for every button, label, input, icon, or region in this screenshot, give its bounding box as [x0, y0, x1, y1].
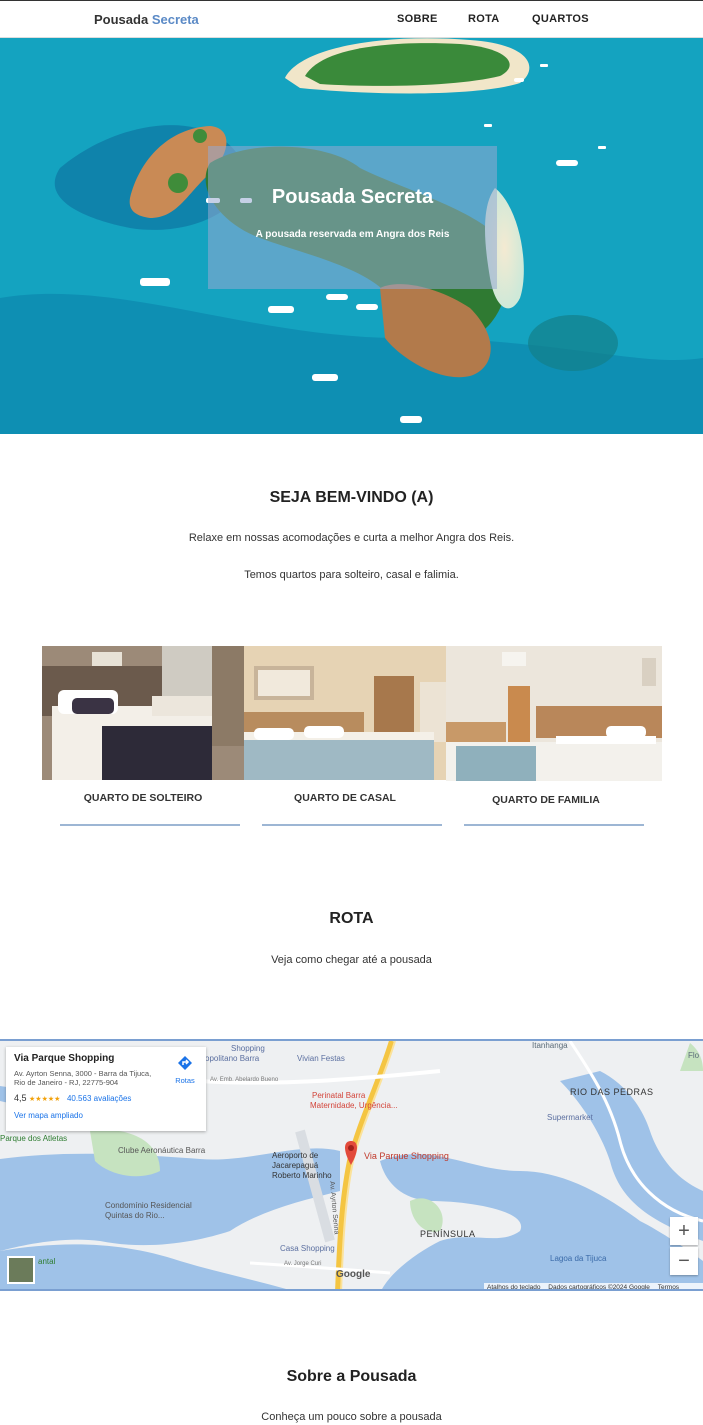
map-label-clube: Clube Aeronáutica Barra	[118, 1146, 206, 1155]
map-place-name: Via Parque Shopping	[14, 1053, 115, 1064]
map-rating-value: 4,5	[14, 1093, 27, 1103]
map-label-vivian: Vivian Festas	[297, 1054, 345, 1063]
map-label-condominio: Condomínio Residencial Quintas do Rio...	[105, 1201, 192, 1220]
google-map[interactable]: Shopping opolitano Barra Vivian Festas I…	[0, 1039, 703, 1291]
map-label-maternidade: Maternidade, Urgência...	[310, 1101, 398, 1110]
map-marker-label: Via Parque Shopping	[364, 1151, 449, 1161]
welcome-heading: SEJA BEM-VINDO (A)	[269, 489, 434, 506]
nav-link-rota[interactable]: ROTA	[468, 13, 500, 25]
route-text: Veja como chegar até a pousada	[271, 954, 432, 966]
map-rating-stars: ★★★★★	[29, 1096, 61, 1103]
room-divider	[60, 824, 240, 826]
hero-title: Pousada Secreta	[271, 186, 434, 208]
room-divider	[262, 824, 442, 826]
map-label-casa-shopping: Casa Shopping	[280, 1244, 335, 1253]
map-label-itanhanga: Itanhanga	[532, 1041, 568, 1050]
room-card-familia[interactable]: QUARTO DE FAMILIA	[446, 646, 662, 828]
brand-logo[interactable]: Pousada Secreta	[94, 12, 199, 27]
room-image-familia	[446, 646, 662, 781]
map-view-larger-link[interactable]: Ver mapa ampliado	[14, 1111, 83, 1120]
map-reviews-link[interactable]: 40.563 avaliações	[67, 1094, 132, 1103]
map-zoom-in-button[interactable]: +	[670, 1217, 698, 1245]
map-keyboard-shortcuts[interactable]: Atalhos do teclado	[487, 1284, 540, 1289]
brand-text-accent: Secreta	[151, 12, 199, 27]
map-label-rio-das-pedras: RIO DAS PEDRAS	[570, 1087, 654, 1097]
map-label-estrada: Av. Emb. Abelardo Bueno	[210, 1077, 279, 1083]
map-rating-row: 4,5 ★★★★★ 40.563 avaliações	[14, 1093, 131, 1103]
map-place-card: Via Parque Shopping Av. Ayrton Senna, 30…	[6, 1047, 206, 1131]
map-directions-label: Rotas	[175, 1076, 195, 1085]
room-image-casal	[244, 646, 446, 780]
room-label-familia: QUARTO DE FAMILIA	[492, 794, 600, 806]
map-label-flo: Flo	[688, 1051, 700, 1060]
map-directions-button[interactable]: Rotas	[168, 1055, 202, 1085]
hero-banner: Pousada Secreta A pousada reservada em A…	[0, 38, 703, 434]
map-terms-link[interactable]: Termos	[658, 1284, 679, 1289]
map-label-supermarket: Supermarket	[547, 1113, 593, 1122]
welcome-text-2: Temos quartos para solteiro, casal e fal…	[244, 569, 459, 581]
map-data-attribution: Dados cartográficos ©2024 Google	[548, 1284, 650, 1291]
map-label-aeroporto: Aeroporto de Jacarepaguá Roberto Marinho	[272, 1151, 332, 1180]
room-label-solteiro: QUARTO DE SOLTEIRO	[83, 792, 203, 804]
welcome-text-1: Relaxe em nossas acomodações e curta a m…	[188, 532, 515, 544]
hero-overlay: Pousada Secreta A pousada reservada em A…	[208, 146, 497, 289]
map-place-address: Av. Ayrton Senna, 3000 - Barra da Tijuca…	[14, 1069, 152, 1088]
room-label-casal: QUARTO DE CASAL	[294, 792, 396, 804]
room-divider	[464, 824, 644, 826]
hero-subtitle: A pousada reservada em Angra dos Reis	[255, 229, 450, 240]
map-footer: Atalhos do teclado Dados cartográficos ©…	[484, 1283, 703, 1291]
room-photo-familia	[446, 646, 662, 781]
top-nav: Pousada Secreta SOBRE ROTA QUARTOS	[0, 0, 703, 38]
directions-icon	[178, 1056, 192, 1070]
room-image-solteiro	[42, 646, 244, 780]
google-logo: Google	[336, 1269, 371, 1280]
room-card-solteiro[interactable]: QUARTO DE SOLTEIRO	[42, 646, 244, 828]
about-heading: Sobre a Pousada	[286, 1368, 417, 1385]
room-card-casal[interactable]: QUARTO DE CASAL	[244, 646, 446, 828]
map-label-atletas: Parque dos Atletas	[0, 1134, 68, 1143]
map-label-shopping: Shopping	[231, 1044, 265, 1053]
map-label-perinatal: Perinatal Barra	[312, 1091, 366, 1100]
route-heading: ROTA	[329, 910, 374, 927]
room-photo-casal	[244, 646, 446, 780]
map-street-view-thumbnail[interactable]	[7, 1256, 35, 1284]
about-text: Conheça um pouco sobre a pousada	[261, 1411, 442, 1423]
nav-link-sobre[interactable]: SOBRE	[397, 13, 438, 25]
brand-text-main: Pousada	[94, 12, 149, 27]
map-label-jorge: Av. Jorge Curi	[284, 1261, 322, 1267]
map-label-antal: antal	[38, 1257, 56, 1266]
map-label-metropolitano: opolitano Barra	[205, 1054, 260, 1063]
map-label-lagoa: Lagoa da Tijuca	[550, 1254, 607, 1263]
room-photo-solteiro	[42, 646, 244, 780]
nav-link-quartos[interactable]: QUARTOS	[532, 13, 589, 25]
map-zoom-out-button[interactable]: −	[670, 1247, 698, 1275]
map-label-peninsula: PENÍNSULA	[420, 1229, 476, 1239]
